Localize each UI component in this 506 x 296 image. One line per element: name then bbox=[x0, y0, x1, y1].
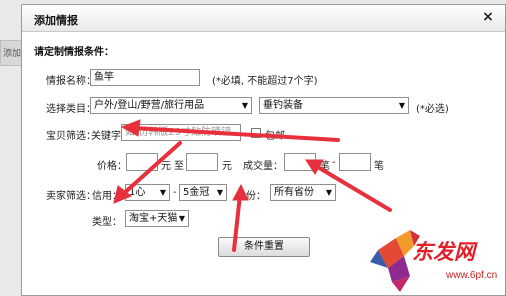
name-label: 情报名称： bbox=[46, 76, 96, 87]
volume-unit-1: 笔 bbox=[320, 161, 330, 172]
name-hint: (*必填, 不能超过7个字) bbox=[212, 76, 318, 87]
seller-filter-label: 卖家筛选： bbox=[46, 191, 96, 202]
category-hint: (*必选) bbox=[416, 104, 449, 115]
credit-to-value: 5金冠 bbox=[183, 187, 210, 198]
credit-from-value: 1心 bbox=[129, 187, 146, 198]
price-label: 价格： bbox=[97, 161, 127, 172]
category-primary-select[interactable]: 户外/登山/野营/旅行用品 ▼ bbox=[90, 97, 252, 114]
item-filter-label: 宝贝筛选： bbox=[46, 131, 96, 142]
credit-to-select[interactable]: 5金冠 ▼ bbox=[179, 184, 227, 201]
category-secondary-select[interactable]: 垂钓装备 ▼ bbox=[259, 97, 409, 114]
province-select[interactable]: 所有省份 ▼ bbox=[270, 184, 336, 201]
keyword-label: 关键字 bbox=[91, 131, 121, 142]
chevron-down-icon: ▼ bbox=[159, 188, 166, 197]
price-unit-1: 元 bbox=[161, 161, 171, 172]
chevron-down-icon: ▼ bbox=[398, 101, 405, 110]
type-value: 淘宝+天猫 bbox=[129, 213, 178, 224]
close-icon[interactable]: × bbox=[481, 9, 495, 25]
dialog-title-bar: 添加情报 × bbox=[22, 5, 505, 32]
chevron-down-icon: ▼ bbox=[216, 188, 223, 197]
volume-unit-2: 笔 bbox=[374, 161, 384, 172]
volume-min-input[interactable] bbox=[284, 153, 316, 171]
price-max-input[interactable] bbox=[186, 153, 218, 171]
dialog-title: 添加情报 bbox=[34, 14, 78, 27]
volume-max-input[interactable] bbox=[339, 153, 371, 171]
package-checkbox[interactable] bbox=[251, 128, 261, 138]
reset-conditions-button[interactable]: 条件重置 bbox=[218, 237, 310, 257]
chevron-down-icon: ▼ bbox=[178, 214, 185, 223]
watermark-brand: 东发网 bbox=[412, 239, 475, 264]
category-primary-value: 户外/登山/野营/旅行用品 bbox=[94, 100, 205, 111]
watermark-url: www.6pf.cn bbox=[446, 270, 498, 281]
chevron-down-icon: ▼ bbox=[241, 101, 248, 110]
category-label: 选择类目： bbox=[46, 104, 96, 115]
category-secondary-value: 垂钓装备 bbox=[263, 100, 303, 111]
keyword-input[interactable]: 如:仿韩版29寸贴防晒镜 bbox=[121, 124, 241, 141]
section-title: 请定制情报条件： bbox=[34, 47, 114, 58]
type-select[interactable]: 淘宝+天猫 ▼ bbox=[125, 210, 189, 227]
price-to-label: 至 bbox=[174, 161, 184, 172]
price-unit-2: 元 bbox=[222, 161, 232, 172]
price-min-input[interactable] bbox=[126, 153, 158, 171]
volume-dash: - bbox=[332, 157, 336, 168]
credit-from-select[interactable]: 1心 ▼ bbox=[125, 184, 170, 201]
province-value: 所有省份 bbox=[274, 187, 314, 198]
volume-label: 成交量： bbox=[243, 161, 283, 172]
package-label: 包邮 bbox=[265, 131, 285, 142]
credit-dash: - bbox=[173, 187, 177, 198]
type-label: 类型： bbox=[92, 217, 122, 228]
credit-label: 信用： bbox=[92, 191, 122, 202]
province-label: 省份： bbox=[236, 191, 266, 202]
name-input[interactable]: 鱼竿 bbox=[90, 69, 200, 86]
chevron-down-icon: ▼ bbox=[325, 188, 332, 197]
